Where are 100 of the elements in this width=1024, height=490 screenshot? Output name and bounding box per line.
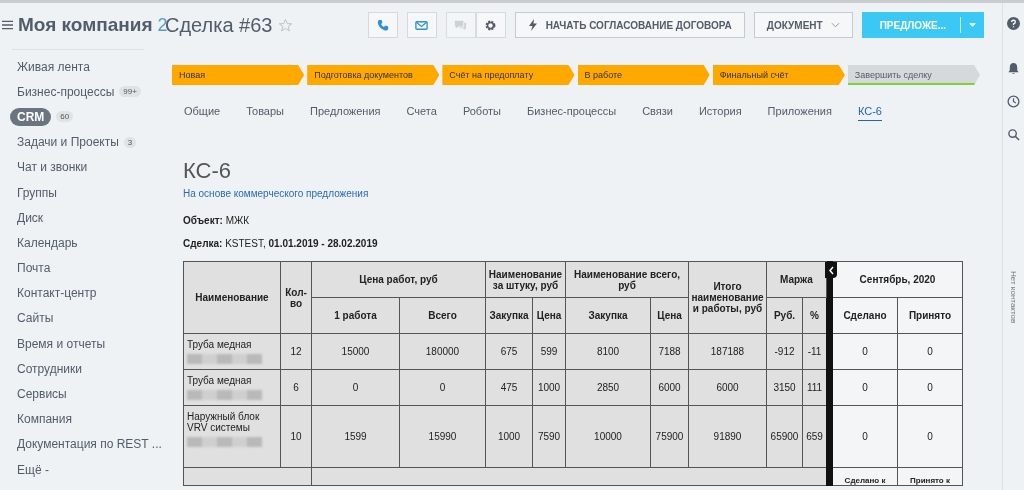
column-header: Итого наименование и работы, руб	[688, 261, 767, 334]
help-icon[interactable]	[1007, 17, 1020, 30]
table-cell: 475	[485, 369, 533, 406]
column-header: Цена работ, руб	[311, 261, 486, 298]
table-cell: 8100	[565, 333, 651, 370]
table-cell: 7590	[532, 405, 566, 468]
column-header: Маржа	[766, 261, 827, 298]
sidebar-item[interactable]: Ещё -	[17, 462, 49, 477]
caret-icon	[969, 23, 976, 27]
table-cell: 0	[311, 369, 400, 406]
sidebar-item[interactable]: Компания	[17, 412, 72, 427]
column-header: Кол-во	[280, 261, 312, 334]
sidebar-item[interactable]: Живая лента	[17, 59, 90, 74]
table-cell: 180000	[399, 333, 486, 370]
table-cell: 0	[897, 405, 963, 468]
table-cell: 0	[897, 369, 963, 406]
sidebar-item[interactable]: Время и отчеты	[17, 336, 106, 351]
pipeline-stage[interactable]: В работе	[577, 65, 710, 85]
company-counter: 2	[157, 14, 168, 35]
star-icon[interactable]	[278, 17, 294, 33]
column-header: Всего	[399, 297, 486, 334]
sidebar-item[interactable]: Календарь	[17, 235, 78, 250]
tab[interactable]: Роботы	[462, 105, 501, 121]
document-dropdown[interactable]: ДОКУМЕНТ	[753, 12, 853, 38]
company-name[interactable]: Моя компания	[18, 14, 153, 36]
phone-button[interactable]	[367, 12, 398, 38]
column-header: Принято	[897, 297, 963, 334]
tab[interactable]: Предложения	[310, 105, 381, 121]
table-cell: 91890	[688, 405, 767, 468]
table-cell: 0	[399, 369, 486, 406]
start-approval-button[interactable]: НАЧАТЬ СОГЛАСОВАНИЕ ДОГОВОРА	[514, 12, 745, 38]
pipeline-stage[interactable]: Подготовка документов	[307, 65, 440, 85]
pipeline-stage[interactable]: Завершить сделку	[847, 65, 981, 85]
deal-line: Сделка: KSTEST, 01.01.2019 - 28.02.2019	[183, 238, 379, 249]
pipeline-stage[interactable]: Финальный счёт	[712, 65, 845, 85]
table-cell: 75900	[650, 405, 689, 468]
table-cell: 65900	[766, 405, 803, 468]
table-cell: 10000	[565, 405, 651, 468]
sidebar-item[interactable]: Контакт-центр	[17, 286, 97, 301]
counter-badge: 99+	[119, 86, 141, 98]
collapse-handle[interactable]	[825, 262, 837, 278]
sidebar-item[interactable]: Диск	[17, 210, 44, 225]
bell-icon[interactable]	[1007, 62, 1020, 75]
column-header: 1 работа	[311, 297, 400, 334]
table-cell: 2850	[565, 369, 651, 406]
deal-title: Сделка #63	[165, 13, 273, 37]
settings-button[interactable]	[475, 12, 506, 38]
tab[interactable]: Приложения	[767, 105, 832, 121]
lightning-icon	[527, 19, 538, 31]
tab[interactable]: История	[698, 105, 742, 121]
phone-icon	[375, 17, 391, 33]
sidebar-item[interactable]: CRM	[10, 107, 52, 126]
column-header: Наименование	[183, 261, 281, 334]
table-cell: Принято к	[910, 476, 950, 485]
table-cell: 15990	[399, 405, 486, 468]
pipeline-stage[interactable]: Счёт на предоплату	[442, 65, 575, 85]
sidebar-item[interactable]: Бизнес-процессы	[17, 84, 115, 99]
table-cell: 10	[280, 405, 312, 468]
sidebar-item[interactable]: Сервисы	[17, 387, 67, 402]
column-header: Закупка	[565, 297, 651, 334]
document-title: КС-6	[183, 159, 233, 183]
table-cell: Наружный блок VRV системы	[187, 411, 260, 433]
table-cell: Сделано к	[844, 476, 886, 485]
source-link[interactable]: На основе коммерческого предложения	[183, 188, 369, 199]
table-cell: 0	[832, 333, 898, 370]
sidebar-item[interactable]: Сайты	[17, 311, 54, 326]
column-header: Наименование за штуку, руб	[485, 261, 566, 298]
sidebar-item[interactable]: Сотрудники	[17, 361, 82, 376]
chevron-left-icon	[827, 265, 835, 275]
tab[interactable]: Связи	[642, 105, 673, 121]
column-header: Сентябрь, 2020	[832, 261, 963, 298]
mail-button[interactable]	[406, 12, 437, 38]
table-cell: 187188	[688, 333, 767, 370]
counter-badge: 3	[123, 136, 137, 148]
tab[interactable]: Товары	[246, 105, 284, 121]
table-cell: 15000	[311, 333, 400, 370]
table-cell: 0	[832, 405, 898, 468]
sidebar-item[interactable]: Группы	[17, 185, 57, 200]
search-icon[interactable]	[1007, 128, 1020, 141]
sidebar-item[interactable]: Документация по REST ...	[17, 437, 162, 452]
sidebar-item[interactable]: Почта	[17, 261, 51, 276]
table-cell: 6000	[688, 369, 767, 406]
tab[interactable]: Счета	[406, 105, 437, 121]
tab[interactable]: Общие	[184, 105, 221, 121]
object-line: Объект: МЖК	[183, 215, 251, 226]
no-contacts-label: Нет контактов	[1009, 271, 1018, 324]
sidebar-item[interactable]: Чат и звонки	[17, 160, 88, 175]
column-header: Сделано	[832, 297, 898, 334]
table-cell: Труба медная	[187, 375, 252, 386]
tab[interactable]: КС-6	[857, 105, 882, 121]
table-cell: 1000	[485, 405, 533, 468]
table-cell: 675	[485, 333, 533, 370]
sidebar-item[interactable]: Задачи и Проекты	[17, 135, 119, 150]
column-header: Закупка	[485, 297, 533, 334]
clock-icon[interactable]	[1007, 95, 1020, 108]
table-cell: 0	[832, 369, 898, 406]
table-cell: 0	[897, 333, 963, 370]
tab[interactable]: Бизнес-процессы	[526, 105, 617, 121]
pipeline-stage[interactable]: Новая	[172, 65, 305, 85]
column-header: Наименование всего, руб	[565, 261, 689, 298]
